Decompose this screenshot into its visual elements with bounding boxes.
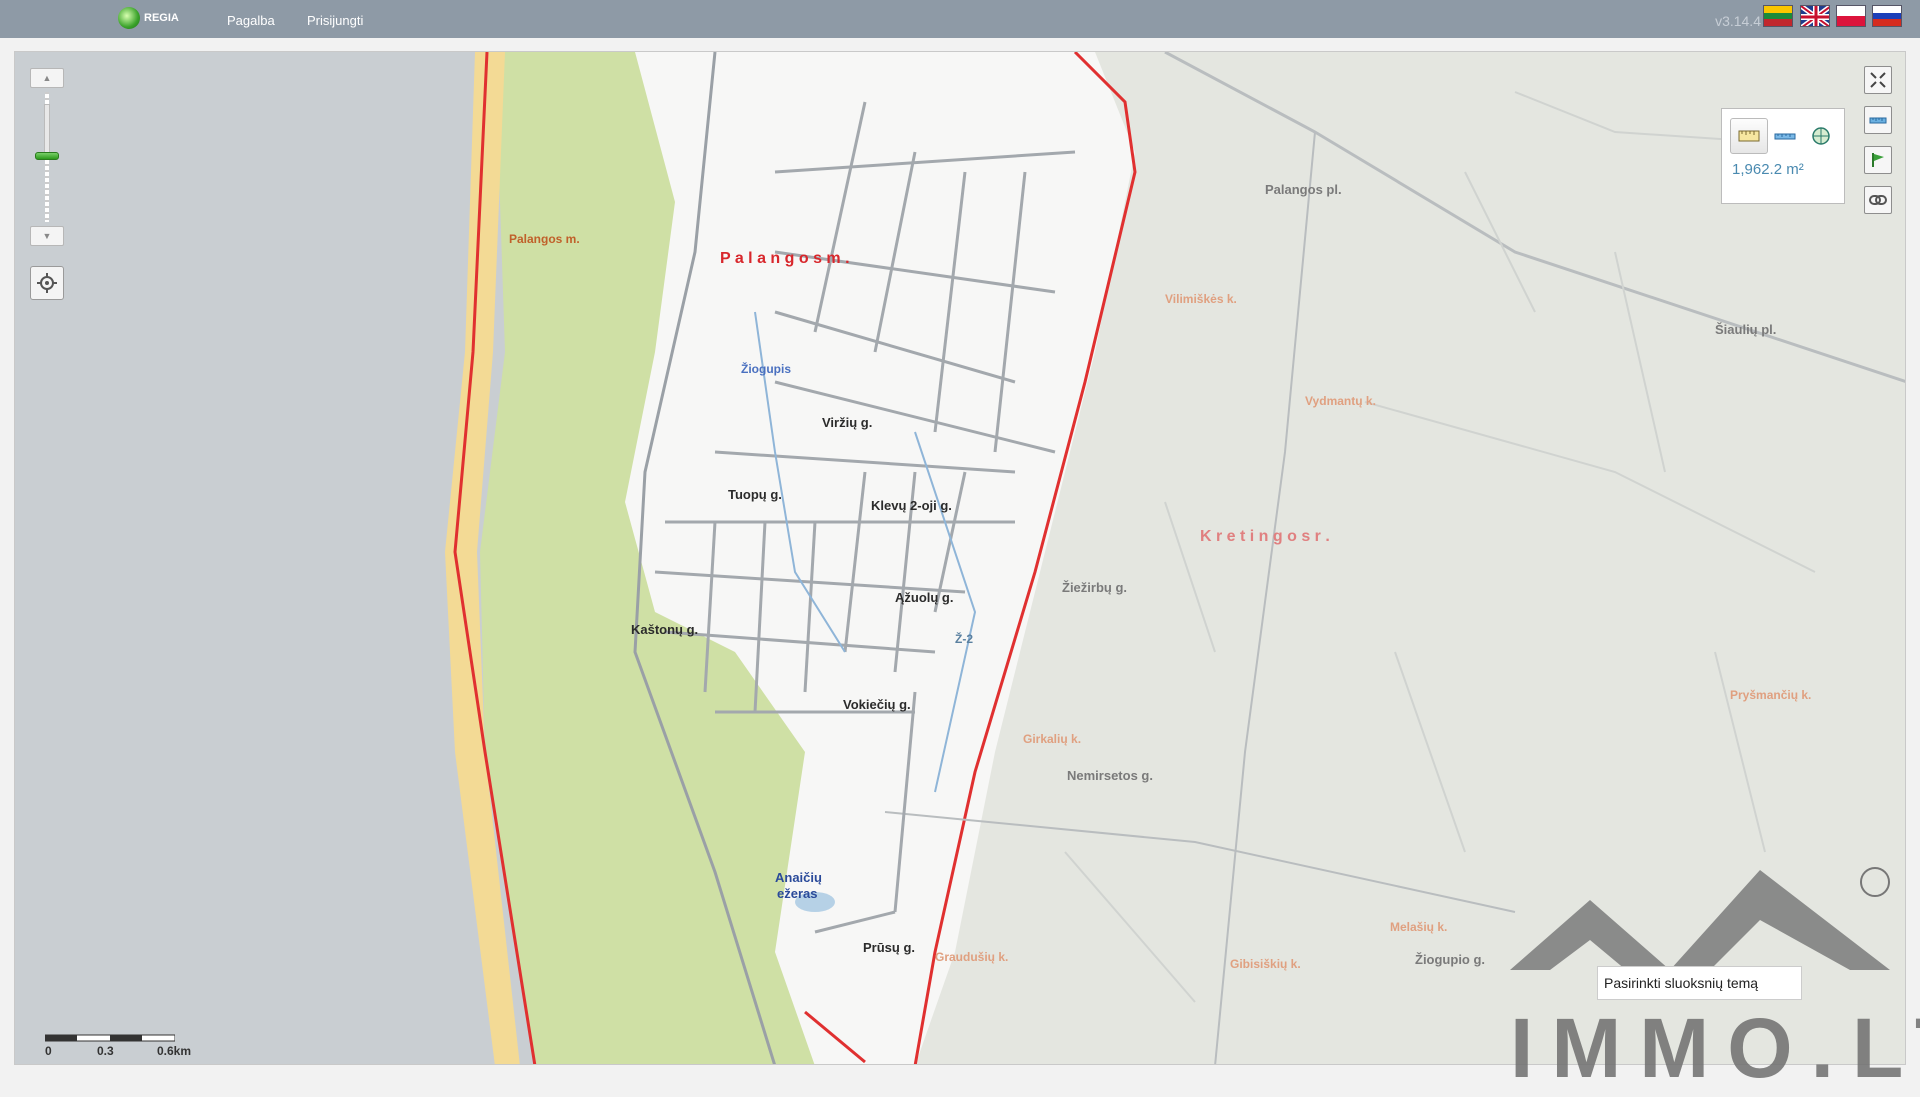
regia-logo-icon	[118, 7, 140, 29]
version-label: v3.14.4	[1715, 13, 1761, 29]
scale-label-0: 0	[45, 1044, 52, 1058]
map-canvas	[15, 52, 1905, 1064]
label-palangos-m-small: Palangos m.	[509, 232, 580, 246]
link-icon	[1869, 195, 1887, 205]
measure-value: 1,962.2 m²	[1732, 161, 1804, 178]
measure-icon	[1869, 117, 1887, 124]
distance-ruler-icon	[1774, 133, 1796, 140]
map-viewport[interactable]: P a l a n g o s m . Palangos m. K r e t …	[14, 51, 1906, 1065]
fullscreen-button[interactable]	[1864, 66, 1892, 94]
lt-flag-icon[interactable]	[1763, 5, 1793, 27]
label-kretingos-r: K r e t i n g o s r .	[1200, 528, 1330, 545]
label-street-prusu: Prūsų g.	[863, 940, 916, 955]
label-street-azuolu: Ąžuolų g.	[895, 590, 954, 605]
measure-button[interactable]	[1864, 106, 1892, 134]
label-village-1: Vilimiškės k.	[1165, 292, 1237, 306]
scale-bar-graphic	[44, 1034, 176, 1042]
locate-icon	[37, 273, 57, 293]
label-village-5: Gibisiškių k.	[1230, 957, 1301, 971]
label-street-klevu: Klevų 2-oji g.	[871, 498, 952, 513]
nav-login[interactable]: Prisijungti	[307, 13, 363, 28]
watermark-text: IMMO.LT	[1510, 1001, 1920, 1095]
link-button[interactable]	[1864, 186, 1892, 214]
fullscreen-icon	[1870, 72, 1886, 88]
flag-icon	[1872, 153, 1884, 167]
measure-area-tool[interactable]	[1730, 118, 1768, 154]
label-road-z2: Ž-2	[955, 632, 973, 646]
measure-distance-tool[interactable]	[1766, 118, 1804, 154]
gb-flag-icon[interactable]	[1800, 5, 1830, 27]
label-village-6: Melašių k.	[1390, 920, 1448, 934]
label-street-kastonu: Kaštonų g.	[631, 622, 699, 637]
label-road-palangos-pl: Palangos pl.	[1265, 182, 1342, 197]
label-village-2: Vydmantų k.	[1305, 394, 1376, 408]
label-road-nemirsetos: Nemirsetos g.	[1067, 768, 1153, 783]
label-river: Žiogupis	[741, 362, 791, 376]
pl-flag-icon[interactable]	[1836, 5, 1866, 27]
logo-text: REGIA	[144, 12, 179, 24]
label-street-tuopu: Tuopų g.	[728, 487, 782, 502]
ru-flag-icon[interactable]	[1872, 5, 1902, 27]
layer-theme-input[interactable]	[1597, 966, 1802, 1000]
scale-bar: 0 0.3 0.6km	[44, 1030, 205, 1060]
label-street-virziu: Viržių g.	[822, 415, 873, 430]
scale-label-mid: 0.3	[97, 1044, 114, 1058]
top-bar: REGIA Pagalba Prisijungti v3.14.4	[0, 0, 1920, 38]
label-road-siauliu: Šiaulių pl.	[1715, 322, 1777, 337]
area-ruler-icon	[1738, 130, 1760, 142]
label-road-ziogupio: Žiogupio g.	[1415, 952, 1486, 967]
regia-logo[interactable]: REGIA	[118, 7, 179, 29]
zoom-out-button[interactable]: ▼	[30, 226, 64, 246]
label-lake-2: ežeras	[777, 886, 818, 901]
measure-coordinates-tool[interactable]	[1802, 118, 1840, 154]
label-road-ziezirbu: Žiežirbų g.	[1062, 580, 1127, 595]
label-lake: Anaičių	[775, 870, 822, 885]
nav-help[interactable]: Pagalba	[227, 13, 275, 28]
globe-icon	[1812, 127, 1830, 145]
label-palangos-m: P a l a n g o s m .	[720, 250, 850, 267]
zoom-fill	[44, 104, 50, 154]
zoom-in-button[interactable]: ▲	[30, 68, 64, 88]
measure-panel: 1,962.2 m²	[1721, 108, 1845, 204]
label-village-4: Graudušių k.	[935, 950, 1009, 964]
flag-button[interactable]	[1864, 146, 1892, 174]
locate-button[interactable]	[30, 266, 64, 300]
label-village-3: Girkalių k.	[1023, 732, 1082, 746]
label-street-vokieciu: Vokiečių g.	[843, 697, 911, 712]
zoom-control: ▲ ▼	[30, 68, 64, 246]
label-village-7: Pryšmančių k.	[1730, 688, 1812, 702]
zoom-slider-handle[interactable]	[35, 152, 59, 160]
scale-label-end: 0.6km	[157, 1044, 192, 1058]
